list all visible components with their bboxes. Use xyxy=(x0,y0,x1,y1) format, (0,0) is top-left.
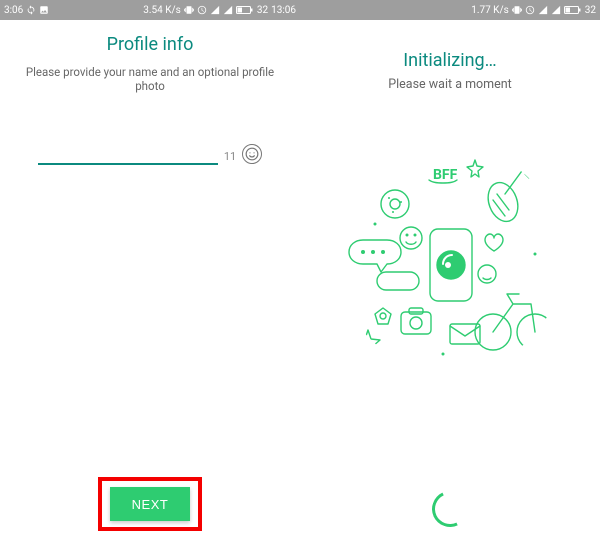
phone-profile-info: 3:06 3.54 K/s 32 xyxy=(0,0,300,555)
vibrate-icon xyxy=(512,5,522,15)
name-input[interactable] xyxy=(38,141,218,165)
next-button-area: NEXT xyxy=(0,477,300,555)
char-count: 11 xyxy=(224,150,236,165)
alarm-icon xyxy=(197,5,207,15)
page-subtitle: Please provide your name and an optional… xyxy=(0,65,300,93)
status-bar-left: 3:06 3.54 K/s 32 xyxy=(0,0,300,20)
phone-initializing: 1.77 K/s 32 Initializing… Please wait a … xyxy=(300,0,600,555)
sync-icon xyxy=(26,5,36,15)
annotation-highlight: NEXT xyxy=(98,477,202,531)
signal-icon xyxy=(223,5,233,15)
status-time: 3:06 xyxy=(4,5,23,16)
signal-icon xyxy=(538,5,548,15)
status-clock: 13:06 xyxy=(271,5,296,16)
loading-spinner-area xyxy=(300,491,600,555)
next-button[interactable]: NEXT xyxy=(110,487,190,521)
status-battery: 32 xyxy=(257,5,268,16)
status-battery: 32 xyxy=(585,5,596,16)
emoji-icon[interactable] xyxy=(242,144,262,164)
doodle-illustration: BFF xyxy=(300,144,600,374)
alarm-icon xyxy=(525,5,535,15)
init-title: Initializing… xyxy=(300,50,600,71)
signal-icon xyxy=(551,5,561,15)
signal-icon xyxy=(210,5,220,15)
status-speed: 1.77 K/s xyxy=(471,5,509,16)
battery-icon xyxy=(564,5,582,15)
init-subtitle: Please wait a moment xyxy=(300,77,600,92)
status-bar-right: 1.77 K/s 32 xyxy=(300,0,600,20)
loading-spinner-icon xyxy=(427,486,473,532)
vibrate-icon xyxy=(184,5,194,15)
battery-icon xyxy=(236,5,254,15)
image-icon xyxy=(39,5,49,15)
name-input-row: 11 xyxy=(0,141,300,165)
page-title: Profile info xyxy=(0,34,300,55)
status-speed: 3.54 K/s xyxy=(143,5,181,16)
svg-text:BFF: BFF xyxy=(433,167,458,183)
